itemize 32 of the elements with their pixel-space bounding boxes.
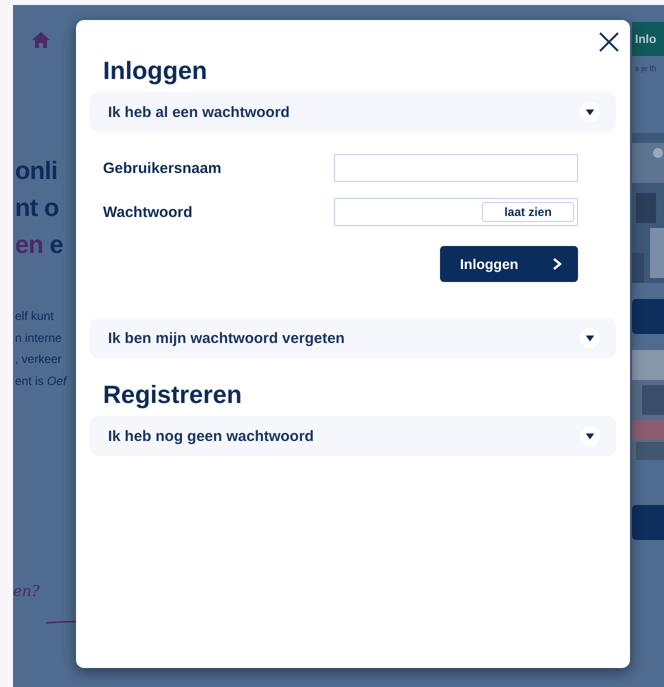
- body-text: elf kunt: [15, 308, 55, 325]
- field-label: Wachtwoord: [103, 204, 192, 220]
- headline-text: onli: [15, 157, 58, 185]
- close-icon[interactable]: [598, 31, 620, 53]
- side-panel[interactable]: [632, 299, 664, 334]
- chevron-icon: [552, 257, 562, 271]
- section-title: Inloggen: [103, 56, 208, 87]
- caret-icon: [580, 328, 600, 348]
- home-icon[interactable]: [31, 31, 51, 49]
- accordion-header[interactable]: Ik ben mijn wachtwoord vergeten: [90, 318, 616, 358]
- body-text: n interne: [15, 330, 63, 346]
- handwritten-note: en?: [13, 582, 40, 600]
- headline-text: e: [48, 231, 64, 259]
- input-field[interactable]: laat zien: [334, 198, 578, 226]
- body-text: , verkeer: [15, 351, 63, 368]
- headline-text: en: [15, 231, 44, 259]
- accordion-header[interactable]: Ik heb al een wachtwoord: [90, 92, 616, 132]
- section-title: Registreren: [103, 380, 243, 411]
- input-field[interactable]: [334, 154, 578, 182]
- accordion-label: Ik heb al een wachtwoord: [108, 104, 290, 120]
- accordion-label: Ik heb nog geen wachtwoord: [108, 428, 314, 444]
- login-button[interactable]: Inlo: [632, 22, 664, 56]
- accordion-header[interactable]: Ik heb nog geen wachtwoord: [90, 416, 616, 456]
- show-password-button[interactable]: laat zien: [482, 202, 574, 222]
- caret-icon: [580, 426, 600, 446]
- login-button[interactable]: Inloggen: [440, 246, 578, 282]
- field-label: Gebruikersnaam: [103, 160, 222, 176]
- headline-text: nt o: [15, 194, 59, 222]
- side-panel[interactable]: [632, 505, 664, 540]
- accordion-label: Ik ben mijn wachtwoord vergeten: [108, 330, 345, 346]
- caret-icon: [580, 102, 600, 122]
- body-text: ent is Oef: [15, 372, 66, 390]
